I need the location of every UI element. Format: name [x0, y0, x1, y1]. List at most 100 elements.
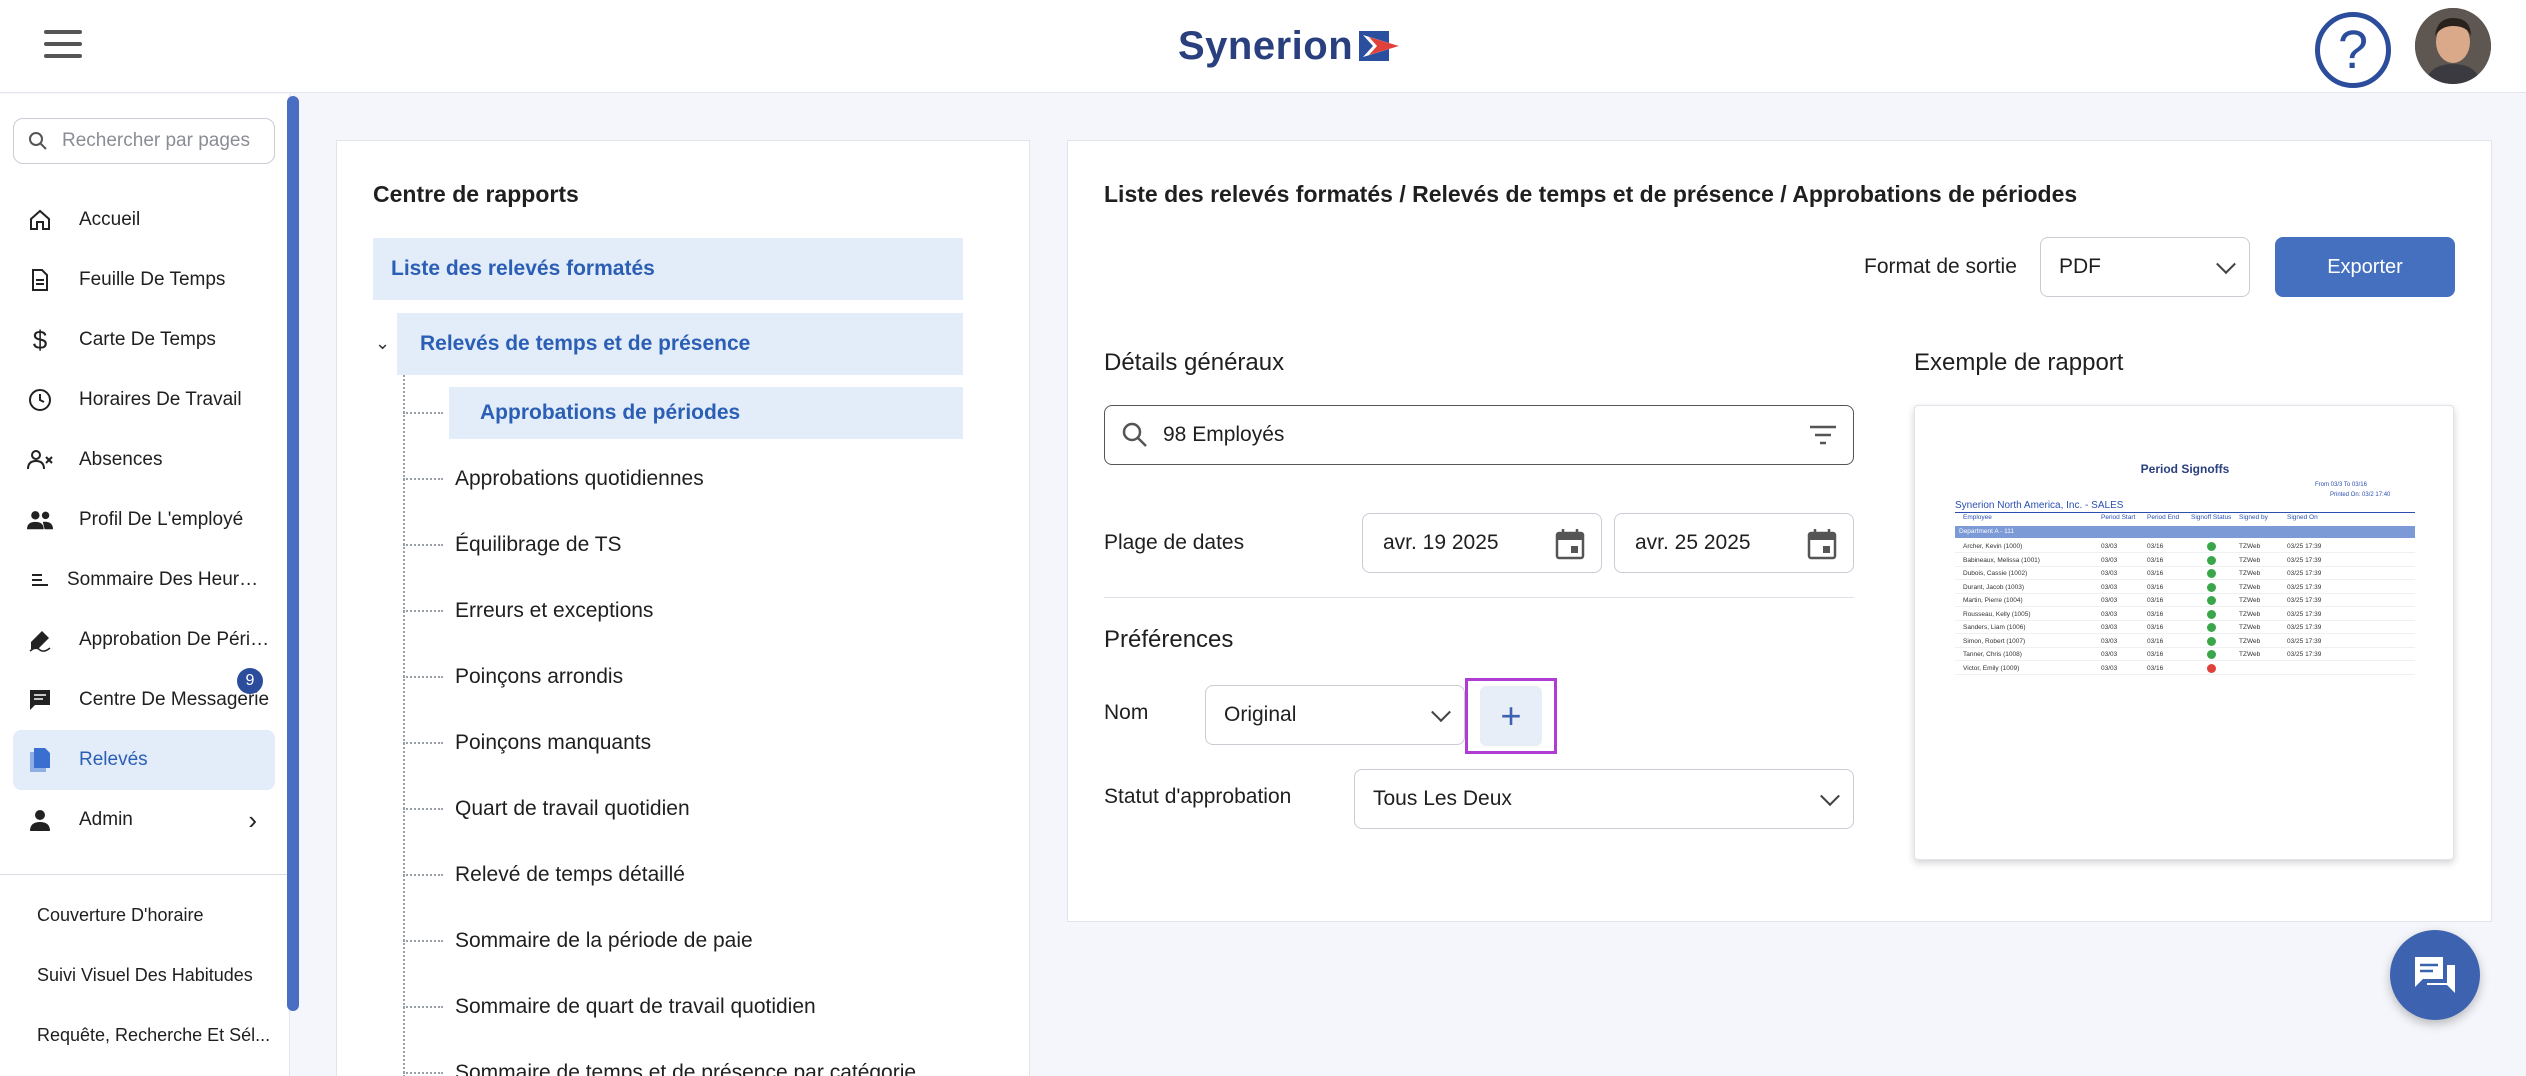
date-to-field[interactable]: avr. 25 2025 — [1614, 513, 1854, 573]
user-avatar[interactable] — [2415, 8, 2491, 84]
report-center-panel: Centre de rapports Liste des relevés for… — [336, 140, 1030, 1076]
logo-text: Synerion — [1178, 23, 1354, 68]
tree-leaf[interactable]: Sommaire de temps et de présence par cat… — [403, 1047, 963, 1076]
preview-cell: 03/16 — [2147, 624, 2164, 631]
sample-report-preview[interactable]: Period Signoffs From 03/3 To 03/16 Print… — [1914, 405, 2454, 860]
add-preference-highlight: + — [1465, 678, 1557, 754]
tree-root-formatted-reports[interactable]: Liste des relevés formatés — [373, 238, 963, 300]
preview-row: Archer, Kevin (1000) 03/03 03/16 TZWeb 03/25… — [1955, 540, 2415, 553]
sidebar-item-home[interactable]: Accueil — [13, 190, 275, 250]
sidebar-item-hours-summary[interactable]: Sommaire Des Heures ... — [13, 550, 275, 610]
sidebar-item-period-approval[interactable]: Approbation De Périod... — [13, 610, 275, 670]
output-format-value: PDF — [2059, 255, 2101, 278]
search-input[interactable] — [62, 130, 252, 152]
sidebar-item-label: Profil De L'employé — [79, 509, 244, 530]
tree-leaf[interactable]: Sommaire de la période de paie — [403, 915, 963, 967]
search-icon — [29, 132, 47, 150]
export-button[interactable]: Exporter — [2275, 237, 2455, 297]
preview-row: Sanders, Liam (1006) 03/03 03/16 TZWeb 03/25… — [1955, 621, 2415, 634]
sidebar-item-schedules[interactable]: Horaires De Travail — [13, 370, 275, 430]
tree-leaf[interactable]: Approbations quotidiennes — [403, 453, 963, 505]
output-format-select[interactable]: PDF — [2040, 237, 2250, 297]
sidebar-scrollbar[interactable] — [287, 96, 299, 1011]
signoff-ok-icon — [2207, 542, 2216, 551]
synerion-logo[interactable]: Synerion — [1178, 18, 1403, 74]
sidebar: Accueil Feuille De Temps $ Carte De Temp… — [0, 94, 290, 1076]
sidebar-item-label: Carte De Temps — [79, 329, 216, 350]
signoff-ok-icon — [2207, 650, 2216, 659]
tree-leaf[interactable]: Approbations de périodes — [403, 387, 963, 439]
tree-leaf[interactable]: Sommaire de quart de travail quotidien — [403, 981, 963, 1033]
tree-leaf-label: Sommaire de temps et de présence par cat… — [455, 1061, 917, 1076]
sidebar-subitem-schedule-coverage[interactable]: Couverture D'horaire — [37, 905, 204, 926]
preview-cell: 03/25 17:39 — [2287, 583, 2322, 591]
avatar-portrait-icon — [2415, 8, 2491, 84]
sidebar-item-timesheet[interactable]: Feuille De Temps — [13, 250, 275, 310]
person-icon — [27, 807, 53, 833]
preview-cell: 03/25 17:39 — [2287, 651, 2322, 658]
preview-cell: TZWeb — [2239, 637, 2261, 645]
chat-icon — [2415, 957, 2455, 993]
tree-leaf[interactable]: Erreurs et exceptions — [403, 585, 963, 637]
employee-selector[interactable]: 98 Employés — [1104, 405, 1854, 465]
name-label: Nom — [1104, 701, 1149, 724]
preview-row: Tanner, Chris (1008) 03/03 03/16 TZWeb 03/25… — [1955, 648, 2415, 661]
date-from-field[interactable]: avr. 19 2025 — [1362, 513, 1602, 573]
preview-col: Signed by — [2239, 514, 2268, 521]
preview-cell: Sanders, Liam (1006) — [1963, 624, 2026, 631]
preview-cell: Tanner, Chris (1008) — [1963, 651, 2022, 658]
preview-col: Signed On — [2287, 514, 2318, 521]
preview-cell: TZWeb — [2239, 543, 2261, 550]
calendar-icon[interactable] — [1807, 528, 1837, 560]
sidebar-item-label: Centre De Messagerie — [79, 689, 270, 710]
preview-col: Period Start — [2101, 514, 2136, 521]
sidebar-item-message-center[interactable]: Centre De Messagerie — [13, 670, 275, 730]
filter-icon[interactable] — [1809, 424, 1837, 446]
chevron-down-icon[interactable]: ⌄ — [375, 333, 390, 354]
logo-flag-icon — [1359, 31, 1400, 61]
menu-icon[interactable] — [44, 30, 82, 60]
employee-count: 98 Employés — [1163, 423, 1285, 446]
sidebar-item-admin[interactable]: Admin › — [13, 790, 275, 850]
preview-cell: 03/03 — [2101, 610, 2118, 618]
chat-button[interactable] — [2390, 930, 2480, 1020]
preview-cell: 03/25 17:39 — [2287, 610, 2322, 618]
approval-status-select[interactable]: Tous Les Deux — [1354, 769, 1854, 829]
date-range-label: Plage de dates — [1104, 531, 1245, 554]
tree-leaf-label: Approbations de périodes — [449, 387, 963, 439]
sidebar-item-reports[interactable]: Relevés — [13, 730, 275, 790]
sign-icon — [27, 627, 53, 653]
calendar-icon[interactable] — [1555, 528, 1585, 560]
preview-cell: 03/03 — [2101, 543, 2118, 550]
preferences-heading: Préférences — [1104, 626, 1234, 653]
sidebar-item-label: Feuille De Temps — [79, 269, 226, 290]
preview-cell: Archer, Kevin (1000) — [1963, 543, 2023, 550]
dollar-icon: $ — [32, 324, 48, 355]
signoff-ok-icon — [2207, 596, 2216, 605]
help-button[interactable]: ? — [2315, 12, 2391, 88]
preview-cell: 03/25 17:39 — [2287, 570, 2322, 577]
chevron-down-icon — [1431, 702, 1451, 723]
page-search[interactable] — [13, 118, 275, 164]
tree-leaf[interactable]: Équilibrage de TS — [403, 519, 963, 571]
tree-leaf[interactable]: Poinçons arrondis — [403, 651, 963, 703]
signoff-ok-icon — [2207, 582, 2216, 592]
breadcrumb: Liste des relevés formatés / Relevés de … — [1104, 181, 2078, 207]
chevron-down-icon — [1820, 786, 1840, 807]
add-preference-button[interactable]: + — [1480, 686, 1542, 746]
preference-name-select[interactable]: Original — [1205, 685, 1465, 745]
tree-leaf[interactable]: Relevé de temps détaillé — [403, 849, 963, 901]
tree-leaf[interactable]: Quart de travail quotidien — [403, 783, 963, 835]
tree-leaf-label: Erreurs et exceptions — [455, 599, 654, 622]
sidebar-item-employee-profile[interactable]: Profil De L'employé — [13, 490, 275, 550]
tree-group-time-attendance[interactable]: Relevés de temps et de présence — [397, 313, 963, 375]
signoff-ok-icon — [2207, 569, 2216, 578]
tree-leaf[interactable]: Poinçons manquants — [403, 717, 963, 769]
sidebar-item-timecard[interactable]: $ Carte De Temps — [13, 310, 275, 370]
sidebar-item-label: Relevés — [79, 749, 148, 770]
sidebar-item-absences[interactable]: Absences — [13, 430, 275, 490]
preview-cell: 03/16 — [2147, 583, 2164, 591]
sidebar-subitem-query[interactable]: Requête, Recherche Et Sél... — [37, 1025, 270, 1046]
sidebar-subitem-habit-tracking[interactable]: Suivi Visuel Des Habitudes — [37, 965, 253, 986]
preview-cell: 03/16 — [2147, 664, 2164, 672]
